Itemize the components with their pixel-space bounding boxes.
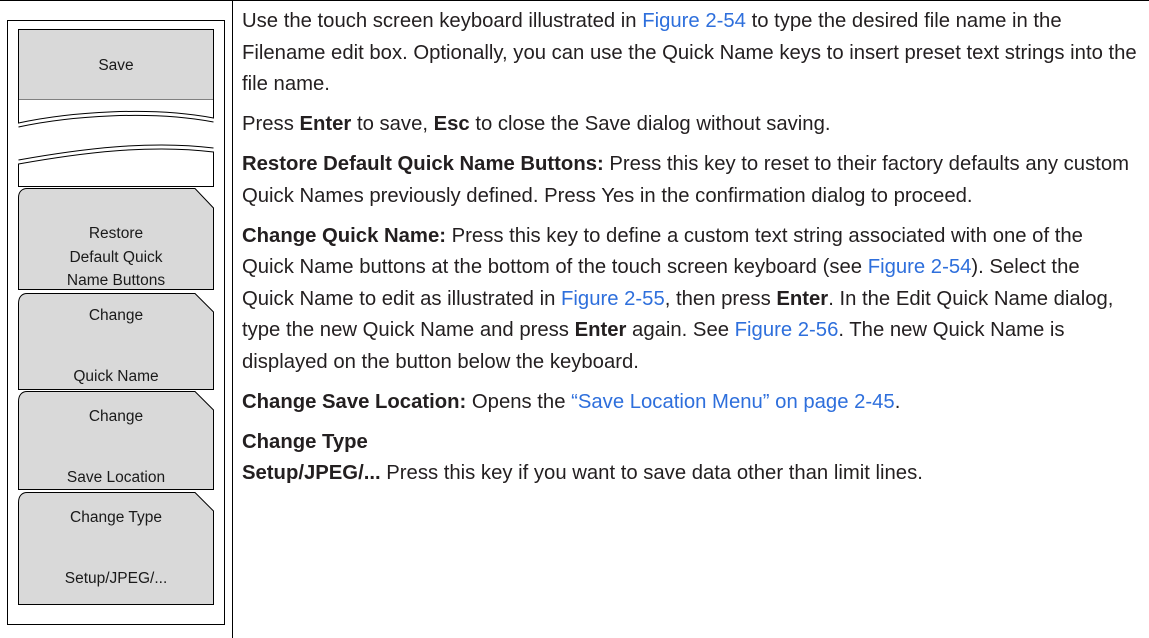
change-quick-name-key[interactable]: Change Quick Name — [19, 304, 213, 388]
change-quick-name-line-2: Quick Name — [73, 368, 159, 385]
cqn-text-5: again. See — [626, 319, 735, 341]
csl-text-2: . — [894, 390, 901, 413]
figure-2-54-link-2[interactable]: Figure 2-54 — [868, 256, 972, 278]
save-key[interactable]: Save — [19, 33, 213, 97]
enter-esc-paragraph: Press Enter to save, Esc to close the Sa… — [242, 109, 1137, 141]
change-save-location-heading: Change Save Location: — [242, 390, 467, 413]
enter-esc-text-3: to close the Save dialog without saving. — [469, 113, 831, 135]
change-save-location-line-2: Save Location — [66, 469, 166, 486]
change-type-paragraph: Change Type Setup/JPEG/... Press this key… — [242, 427, 1137, 490]
column-divider — [232, 0, 233, 638]
save-location-menu-link[interactable]: “Save Location Menu” on page 2-45 — [571, 391, 895, 413]
restore-default-quick-name-buttons-key[interactable]: Restore Default Quick Name Buttons — [19, 222, 213, 294]
change-save-location-paragraph: Change Save Location: Opens the “Save Lo… — [242, 387, 1137, 419]
change-type-line-2: Setup/JPEG/... — [64, 570, 168, 587]
save-key-label: Save — [98, 56, 134, 74]
figure-2-54-link[interactable]: Figure 2-54 — [642, 10, 746, 32]
intro-text: Use the touch screen keyboard illustrate… — [242, 10, 643, 32]
csl-text-1: Opens the — [466, 390, 572, 413]
restore-key-line-1: Restore — [88, 225, 144, 242]
change-save-location-key[interactable]: Change Save Location — [19, 405, 213, 489]
change-save-location-line-1: Change — [88, 408, 144, 425]
restore-key-line-2: Default Quick — [69, 248, 163, 266]
save-softkey-menu: Save Restore Default Quick Name Buttons … — [0, 0, 232, 638]
enter-key-term-2: Enter — [776, 287, 829, 310]
change-type-line-1: Change Type — [70, 509, 162, 526]
change-type-text: Press this key if you want to save data … — [380, 462, 923, 484]
restore-heading: Restore Default Quick Name Buttons: — [242, 153, 604, 175]
change-quick-name-heading: Change Quick Name: — [242, 224, 446, 247]
restore-key-line-3: Name Buttons — [66, 272, 166, 289]
figure-2-55-link[interactable]: Figure 2-55 — [561, 288, 665, 310]
description-text: Use the touch screen keyboard illustrate… — [242, 6, 1137, 498]
figure-2-56-link[interactable]: Figure 2-56 — [735, 319, 839, 341]
change-type-heading: Change Type — [242, 430, 368, 453]
change-type-key[interactable]: Change Type Setup/JPEG/... — [19, 506, 213, 590]
enter-esc-text-2: to save, — [351, 113, 434, 135]
change-type-subheading: Setup/JPEG/... — [242, 462, 381, 484]
change-quick-name-line-1: Change — [88, 307, 144, 324]
enter-esc-text: Press — [242, 113, 300, 135]
restore-paragraph: Restore Default Quick Name Buttons: Pres… — [242, 149, 1137, 212]
intro-paragraph: Use the touch screen keyboard illustrate… — [242, 6, 1137, 101]
enter-key-term: Enter — [299, 113, 352, 135]
cqn-text-3: , then press — [664, 287, 777, 310]
enter-key-term-3: Enter — [574, 319, 627, 341]
esc-key-term: Esc — [433, 113, 470, 135]
change-quick-name-paragraph: Change Quick Name: Press this key to def… — [242, 221, 1137, 379]
